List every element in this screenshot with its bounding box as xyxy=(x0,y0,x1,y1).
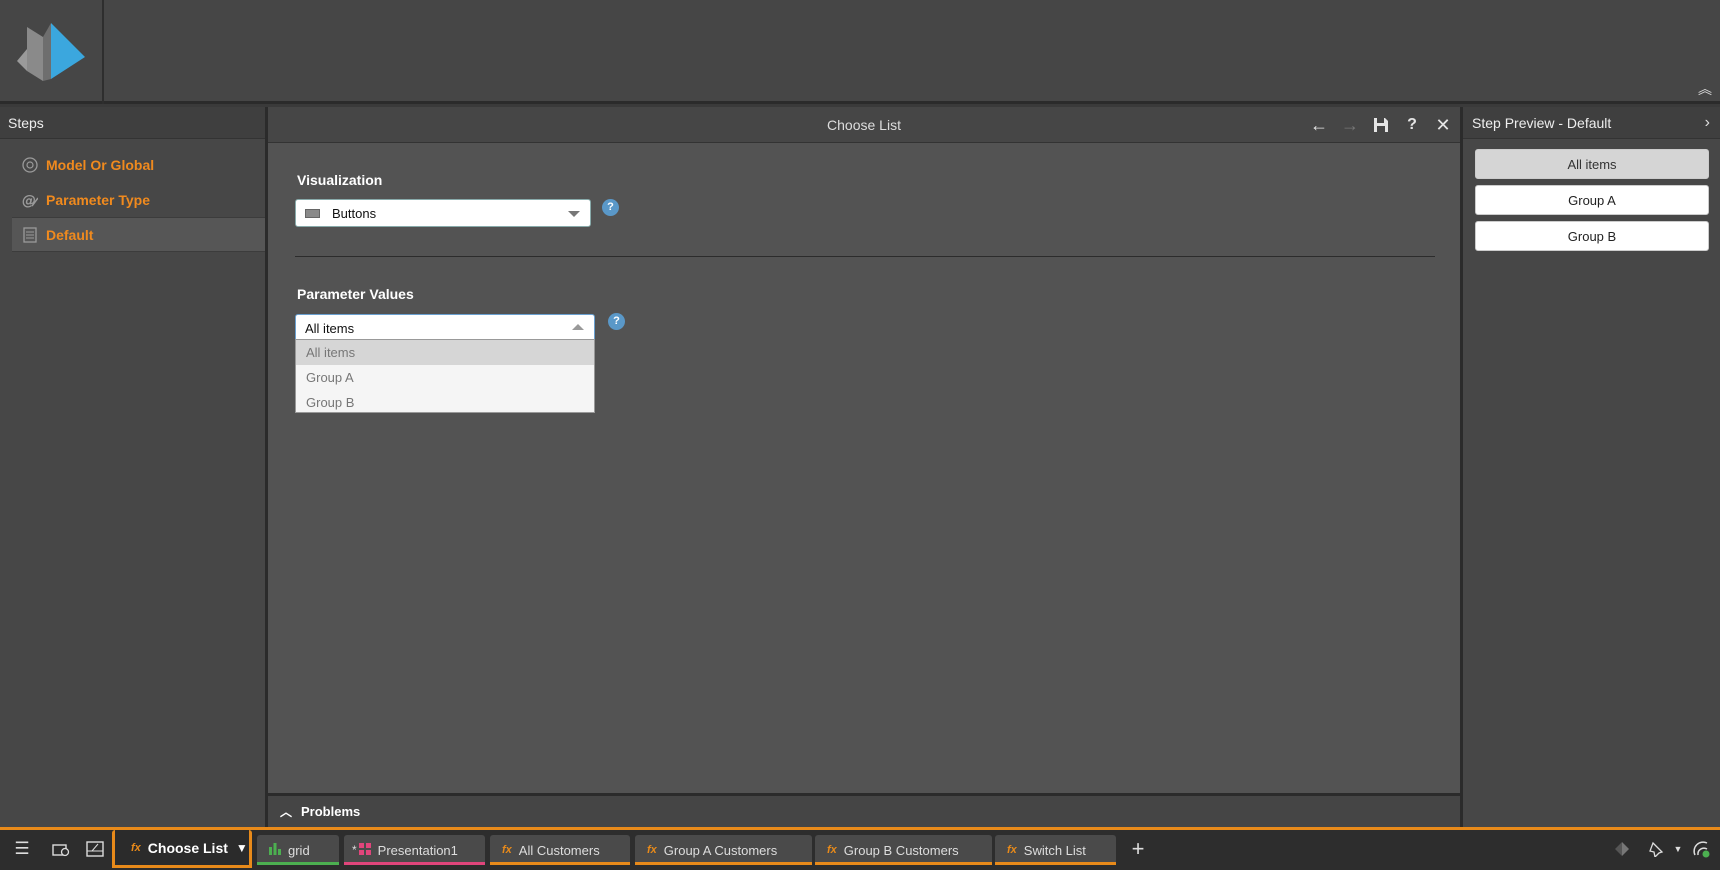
step-parameter-type[interactable]: @ Parameter Type xyxy=(12,182,265,217)
step-label: Parameter Type xyxy=(46,191,151,208)
tab-label: Choose List xyxy=(147,839,228,856)
taskbar: ☰ fx Choose List ▼ grid * Presentation1 … xyxy=(0,827,1720,870)
tab-all-customers[interactable]: fx All Customers xyxy=(490,835,630,865)
chevron-up-icon xyxy=(572,324,584,330)
chevron-up-icon: ︿ xyxy=(280,805,293,819)
tab-switch-list[interactable]: fx Switch List xyxy=(995,835,1116,865)
preview-button-all-items[interactable]: All items xyxy=(1475,149,1709,179)
at-pencil-icon: @ xyxy=(22,192,38,208)
preview-button-group-a[interactable]: Group A xyxy=(1475,185,1709,215)
svg-text:@: @ xyxy=(22,193,36,208)
steps-panel-title: Steps xyxy=(0,107,265,139)
fx-icon: fx xyxy=(827,844,837,856)
parameter-values-select[interactable]: All items xyxy=(295,314,595,342)
logo-icon xyxy=(17,23,85,81)
close-icon[interactable]: ✕ xyxy=(1432,114,1454,136)
tab-label: Presentation1 xyxy=(377,842,458,858)
section-divider xyxy=(295,256,1435,257)
tab-underline xyxy=(635,862,812,865)
steps-panel: Steps Model Or Global @ Parameter Type D… xyxy=(0,107,268,827)
layout-icon[interactable] xyxy=(84,838,106,860)
main-panel: Choose List ← → ? ✕ Visualization Button… xyxy=(268,107,1463,827)
tab-underline xyxy=(344,862,485,865)
tab-underline xyxy=(995,862,1116,865)
collapse-ribbon-icon[interactable]: ︽ xyxy=(1696,80,1714,98)
tab-grid[interactable]: grid xyxy=(257,835,339,865)
buttons-icon xyxy=(305,208,320,218)
step-label: Default xyxy=(46,226,94,243)
tab-label: Group A Customers xyxy=(663,842,778,858)
chevron-down-icon xyxy=(568,211,580,217)
chevron-down-icon[interactable]: ▼ xyxy=(1667,838,1689,860)
dropdown-option[interactable]: Group B xyxy=(296,390,594,415)
fx-icon: fx xyxy=(647,844,657,856)
pin-icon[interactable] xyxy=(1645,838,1667,860)
calculator-icon xyxy=(22,226,38,243)
bar-chart-icon xyxy=(269,842,281,858)
tab-label: All Customers xyxy=(518,842,600,858)
help-icon[interactable]: ? xyxy=(1401,114,1423,136)
visualization-label: Visualization xyxy=(297,172,383,188)
visualization-help-icon[interactable]: ? xyxy=(602,199,619,216)
fx-icon: fx xyxy=(502,844,512,856)
parameter-values-value: All items xyxy=(305,320,355,336)
tab-group-a-customers[interactable]: fx Group A Customers xyxy=(635,835,812,865)
pyramid-logo-icon[interactable] xyxy=(1611,838,1633,860)
app-logo[interactable] xyxy=(0,0,104,104)
visualization-value: Buttons xyxy=(332,205,377,221)
problems-bar[interactable]: ︿ Problems xyxy=(268,793,1460,827)
tab-underline xyxy=(490,862,630,865)
main-header: Choose List ← → ? ✕ xyxy=(268,107,1460,143)
tab-label: grid xyxy=(288,842,310,858)
problems-label: Problems xyxy=(301,804,361,819)
preview-title: Step Preview - Default xyxy=(1472,115,1612,131)
parameter-values-help-icon[interactable]: ? xyxy=(608,313,625,330)
save-icon[interactable] xyxy=(1370,114,1392,136)
top-bar: ︽ xyxy=(0,0,1720,104)
tab-presentation1[interactable]: * Presentation1 xyxy=(344,835,485,865)
step-label: Model Or Global xyxy=(46,156,155,173)
modified-marker: * xyxy=(352,843,357,857)
chevron-down-icon[interactable]: ▼ xyxy=(236,841,248,855)
fx-icon: fx xyxy=(131,841,141,854)
tab-underline xyxy=(257,862,339,865)
back-arrow-icon[interactable]: ← xyxy=(1308,114,1330,136)
parameter-values-dropdown: All items Group A Group B xyxy=(295,339,595,413)
tab-label: Group B Customers xyxy=(843,842,959,858)
globe-icon xyxy=(22,156,38,173)
preview-button-group-b[interactable]: Group B xyxy=(1475,221,1709,251)
dropdown-option[interactable]: Group A xyxy=(296,365,594,390)
step-preview-panel: Step Preview - Default › All items Group… xyxy=(1463,107,1720,827)
menu-icon[interactable]: ☰ xyxy=(11,838,33,860)
add-tab-icon[interactable]: + xyxy=(1127,836,1149,861)
tab-group-b-customers[interactable]: fx Group B Customers xyxy=(815,835,992,865)
tab-choose-list[interactable]: fx Choose List ▼ xyxy=(112,830,252,868)
step-model-or-global[interactable]: Model Or Global xyxy=(12,147,265,182)
forward-arrow-icon[interactable]: → xyxy=(1339,114,1361,136)
parameter-values-label: Parameter Values xyxy=(297,286,414,302)
step-default[interactable]: Default xyxy=(12,217,265,252)
connection-status-icon[interactable] xyxy=(1690,838,1712,860)
preview-header: Step Preview - Default › xyxy=(1463,107,1720,139)
tab-label: Switch List xyxy=(1023,842,1086,858)
dropdown-option[interactable]: All items xyxy=(296,340,594,365)
open-folder-icon[interactable] xyxy=(50,838,72,860)
chevron-right-icon[interactable]: › xyxy=(1705,107,1710,139)
fx-icon: fx xyxy=(1007,844,1017,856)
presentation-icon xyxy=(358,842,371,858)
visualization-select[interactable]: Buttons xyxy=(295,199,591,227)
tab-underline xyxy=(815,862,992,865)
page-title: Choose List xyxy=(827,117,901,133)
